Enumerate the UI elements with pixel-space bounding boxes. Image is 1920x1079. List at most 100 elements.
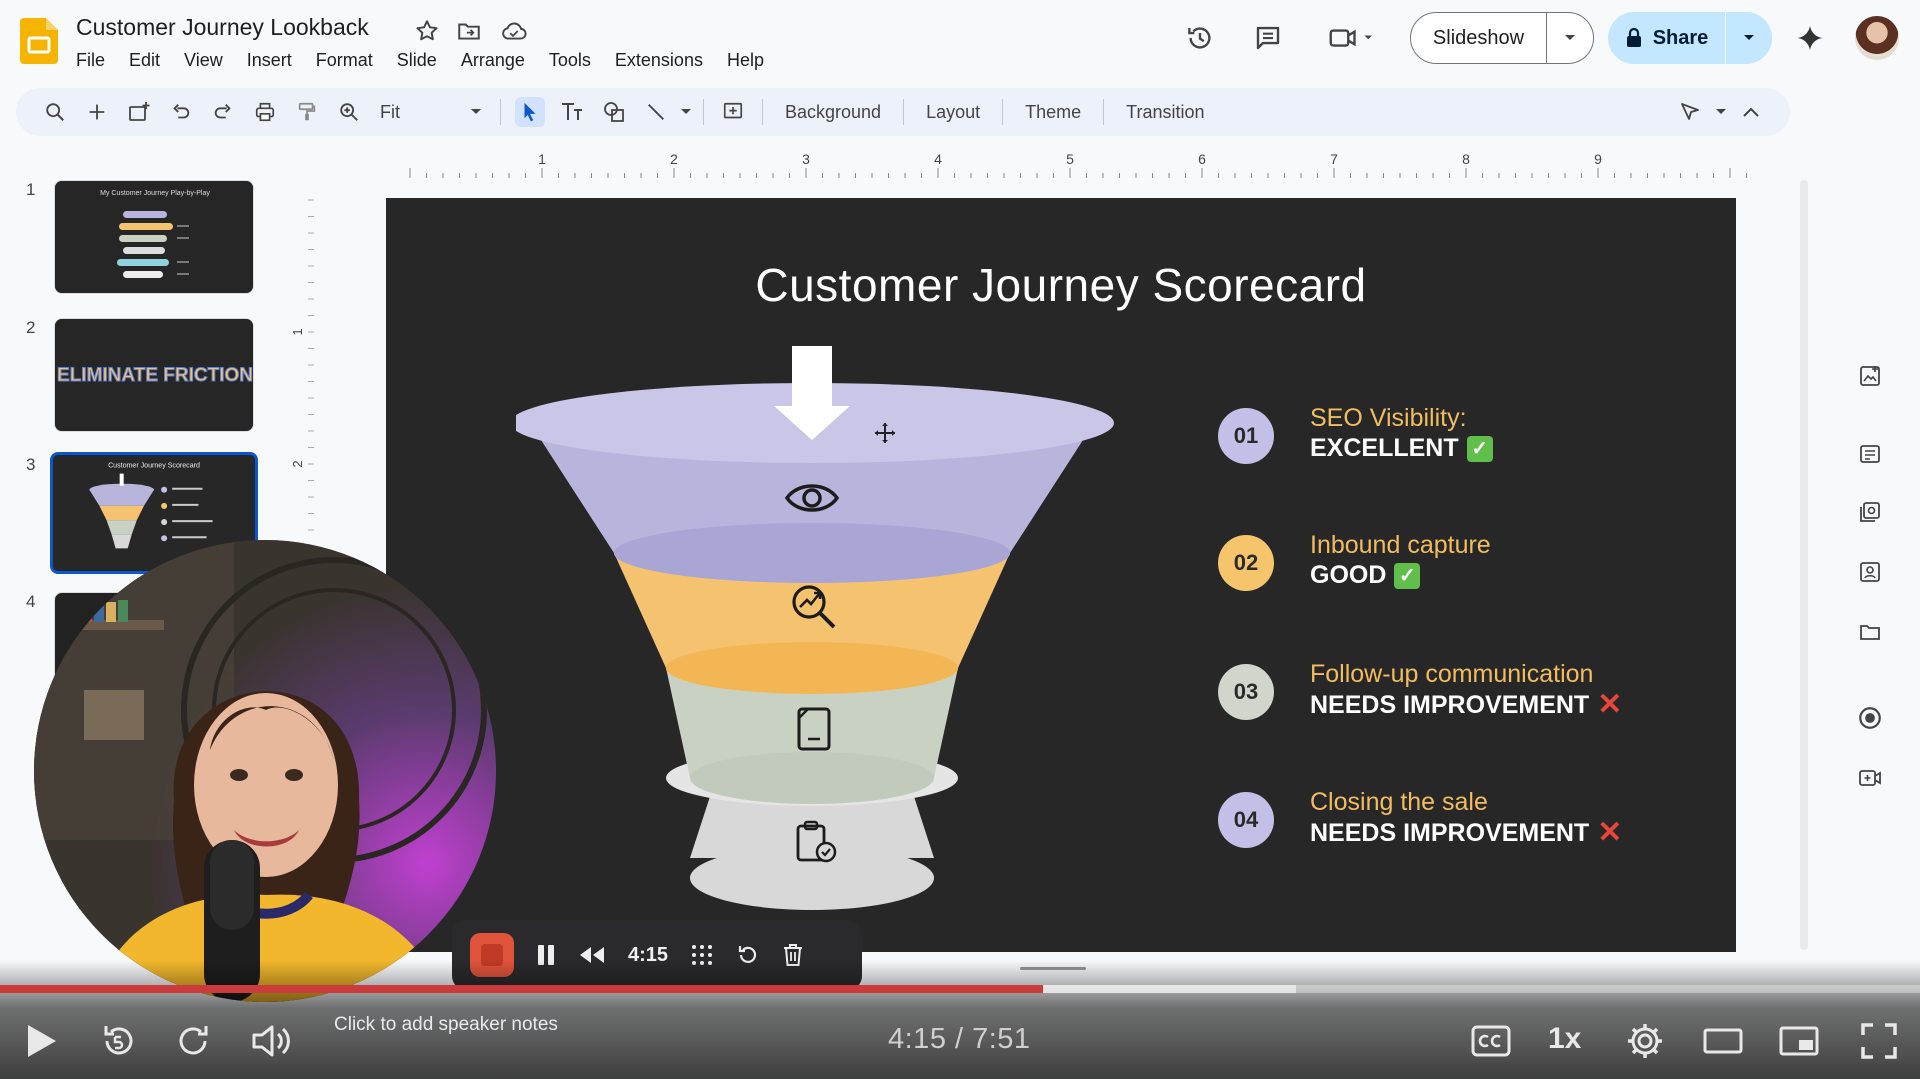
lock-icon (1625, 27, 1643, 49)
forward-icon[interactable] (172, 1018, 218, 1064)
star-icon[interactable] (414, 18, 440, 44)
menu-format[interactable]: Format (304, 48, 385, 72)
comments-icon[interactable] (1250, 20, 1286, 56)
avatar[interactable] (1855, 16, 1899, 60)
ruler-label: 1 (290, 328, 305, 335)
toolbar-divider (1002, 99, 1004, 125)
volume-icon[interactable] (248, 1018, 294, 1064)
print-icon[interactable] (250, 97, 280, 127)
layout-button[interactable]: Layout (912, 102, 994, 123)
fullscreen-icon[interactable] (1856, 1018, 1902, 1064)
share-dropdown-icon[interactable] (1726, 33, 1772, 43)
item-status: EXCELLENT ✓ (1310, 434, 1493, 463)
new-slide-icon[interactable] (82, 97, 112, 127)
keep-notes-icon[interactable] (1852, 436, 1888, 472)
menu-slide[interactable]: Slide (385, 48, 449, 72)
move-folder-icon[interactable] (456, 18, 482, 44)
play-icon[interactable] (18, 1018, 64, 1064)
menu-insert[interactable]: Insert (235, 48, 304, 72)
slideshow-label[interactable]: Slideshow (1411, 12, 1547, 64)
paint-format-icon[interactable] (292, 97, 322, 127)
cross-mark-icon: ✕ (1597, 688, 1623, 721)
toolbar: Fit Background Layout Theme Transition (16, 88, 1790, 136)
ruler-label: 8 (1462, 151, 1470, 167)
rewind-5-icon[interactable] (94, 1018, 140, 1064)
insert-comment-icon[interactable] (718, 97, 748, 127)
ruler-label: 2 (290, 460, 305, 467)
mobile-document-icon (797, 707, 831, 751)
line-icon[interactable] (641, 97, 671, 127)
line-dropdown-icon[interactable] (679, 97, 693, 127)
menu-view[interactable]: View (172, 48, 235, 72)
menu-file[interactable]: File (64, 48, 117, 72)
search-menus-icon[interactable] (40, 97, 70, 127)
menu-edit[interactable]: Edit (117, 48, 172, 72)
transition-button[interactable]: Transition (1112, 102, 1218, 123)
ruler-label: 2 (670, 151, 678, 167)
pointer-dropdown-icon[interactable] (1714, 97, 1728, 127)
ruler-label: 5 (1066, 151, 1074, 167)
miniplayer-icon[interactable] (1776, 1018, 1822, 1064)
check-mark-icon: ✓ (1394, 562, 1421, 589)
slide-number: 1 (26, 180, 36, 199)
tasks-icon[interactable] (1852, 494, 1888, 530)
progress-fill[interactable] (0, 985, 1043, 993)
cloud-status-icon[interactable] (500, 18, 527, 44)
slide-thumbnail-2[interactable]: ELIMINATE FRICTION (54, 318, 254, 432)
select-cursor-icon[interactable] (515, 97, 545, 127)
slide-title[interactable]: Customer Journey Scorecard (386, 258, 1736, 312)
eye-icon (784, 484, 840, 512)
menu-help[interactable]: Help (715, 48, 776, 72)
closed-captions-icon[interactable] (1468, 1018, 1514, 1064)
meet-camera-icon[interactable] (1322, 20, 1382, 56)
speaker-notes-placeholder[interactable]: Click to add speaker notes (334, 1014, 558, 1036)
undo-icon[interactable] (166, 97, 196, 127)
insert-image-panel-icon[interactable] (1852, 358, 1888, 394)
version-history-icon[interactable] (1182, 20, 1218, 56)
menu-bar: File Edit View Insert Format Slide Arran… (64, 48, 776, 72)
text-box-icon[interactable] (557, 97, 587, 127)
slideshow-dropdown-icon[interactable] (1547, 33, 1593, 43)
document-title[interactable]: Customer Journey Lookback (76, 14, 369, 41)
item-number-badge: 02 (1218, 535, 1274, 591)
slide-thumbnail-1[interactable]: My Customer Journey Play-by-Play (54, 180, 254, 294)
slideshow-button[interactable]: Slideshow (1410, 12, 1594, 64)
share-button[interactable]: Share (1608, 12, 1772, 64)
redo-icon[interactable] (208, 97, 238, 127)
canvas-scrollbar[interactable] (1800, 180, 1808, 950)
menu-extensions[interactable]: Extensions (603, 48, 715, 72)
pointer-mode-icon[interactable] (1676, 97, 1706, 127)
ruler-label: 7 (1330, 151, 1338, 167)
item-number-badge: 01 (1218, 408, 1274, 464)
drive-folder-icon[interactable] (1852, 614, 1888, 650)
zoom-select[interactable]: Fit (370, 102, 492, 123)
zoom-icon[interactable] (334, 97, 364, 127)
menu-tools[interactable]: Tools (537, 48, 603, 72)
record-icon[interactable] (1852, 700, 1888, 736)
background-button[interactable]: Background (771, 102, 895, 123)
playback-speed[interactable]: 1x (1548, 1022, 1581, 1056)
ruler-label: 6 (1198, 151, 1206, 167)
slide-canvas[interactable]: Customer Journey Scorecard 01 SEO Visibi… (386, 198, 1736, 952)
menu-arrange[interactable]: Arrange (449, 48, 537, 72)
item-status-text: NEEDS IMPROVEMENT (1310, 690, 1590, 719)
zoom-dropdown-icon (470, 108, 482, 116)
slides-logo-icon[interactable] (20, 18, 58, 64)
zoom-value: Fit (380, 101, 400, 122)
new-slide-layout-icon[interactable] (124, 97, 154, 127)
theater-mode-icon[interactable] (1700, 1018, 1746, 1064)
item-number-badge: 03 (1218, 664, 1274, 720)
cross-mark-icon: ✕ (1597, 816, 1623, 849)
video-recording-icon[interactable] (1852, 760, 1888, 796)
settings-gear-icon[interactable] (1622, 1018, 1668, 1064)
notes-drag-handle[interactable] (1020, 967, 1086, 970)
collapse-menus-icon[interactable] (1736, 97, 1766, 127)
shape-icon[interactable] (599, 97, 629, 127)
ruler-label: 1 (538, 151, 546, 167)
theme-button[interactable]: Theme (1011, 102, 1095, 123)
gemini-icon[interactable] (1792, 20, 1828, 56)
contacts-icon[interactable] (1852, 554, 1888, 590)
check-mark-icon: ✓ (1466, 435, 1493, 462)
ruler-label: 4 (934, 151, 942, 167)
item-status-text: GOOD (1310, 561, 1387, 589)
